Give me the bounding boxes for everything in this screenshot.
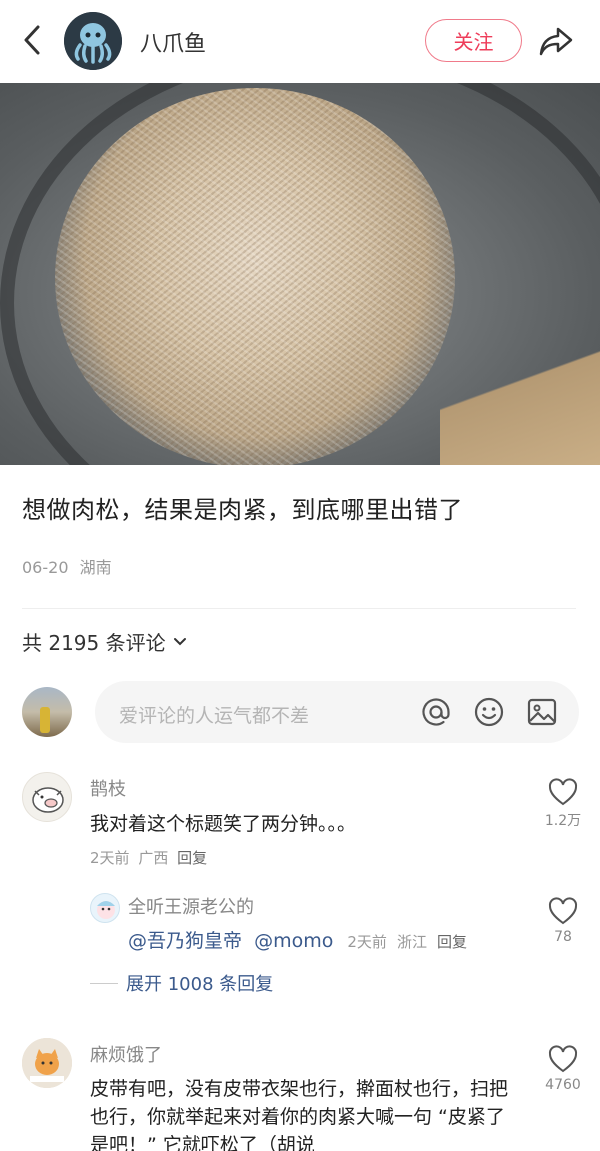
heart-icon	[548, 1045, 578, 1073]
chevron-down-icon	[173, 637, 186, 645]
comment-meta: 2天前 广西 回复	[90, 847, 207, 868]
cartoon-avatar-icon	[97, 901, 115, 919]
emoji-button[interactable]	[472, 695, 506, 729]
post-date: 06-20	[22, 558, 69, 577]
chevron-left-icon	[24, 25, 40, 55]
post-title: 想做肉松，结果是肉紧，到底哪里出错了	[22, 496, 463, 524]
comment-count-label: 共 2195 条评论	[22, 631, 166, 655]
like-count: 1.2万	[544, 813, 582, 829]
reply-like-button[interactable]: 78	[538, 897, 588, 945]
top-bar: 八爪鱼 关注	[0, 0, 600, 82]
cat-photo-icon	[22, 1038, 72, 1088]
comment-username[interactable]: 麻烦饿了	[90, 1041, 162, 1067]
reply-button[interactable]: 回复	[177, 849, 207, 867]
reply-avatar[interactable]	[90, 893, 120, 923]
comment-text[interactable]: 皮带有吧，没有皮带衣架也行，擀面杖也行，扫把也行，你就举起来对着你的肉紧大喊一句…	[90, 1075, 510, 1151]
reply-time: 2天前	[347, 933, 387, 951]
at-mention-button[interactable]	[419, 695, 453, 729]
reply-location: 浙江	[396, 933, 427, 951]
smiley-icon	[474, 697, 504, 727]
at-icon	[422, 698, 450, 726]
heart-icon	[548, 778, 578, 806]
reply-text[interactable]: @吾乃狗皇帝 @momo 2天前 浙江 回复	[128, 927, 518, 956]
post-photo[interactable]	[0, 83, 600, 465]
commenter-avatar[interactable]	[22, 1038, 72, 1088]
post-location: 湖南	[79, 558, 112, 577]
comment-time: 2天前	[90, 849, 130, 867]
mention-link[interactable]: @momo	[254, 930, 333, 952]
comment-count-toggle[interactable]: 共 2195 条评论	[22, 627, 188, 656]
post-meta: 06-20 湖南	[22, 554, 112, 578]
comment-username[interactable]: 鹊枝	[90, 775, 126, 801]
expand-replies[interactable]: 展开 1008 条回复	[90, 970, 273, 996]
octopus-icon	[64, 12, 122, 70]
back-button[interactable]	[16, 22, 48, 58]
meat-floss	[55, 88, 455, 465]
like-count: 4760	[545, 1077, 581, 1093]
image-upload-button[interactable]	[525, 695, 559, 729]
comment-text[interactable]: 我对着这个标题笑了两分钟。。。	[90, 810, 530, 838]
commenter-avatar[interactable]	[22, 772, 72, 822]
author-avatar[interactable]	[64, 12, 122, 70]
cartoon-pig-icon	[32, 787, 64, 813]
reply-username[interactable]: 全听王源老公的	[128, 893, 254, 919]
my-avatar[interactable]	[22, 687, 72, 737]
mention-link[interactable]: @吾乃狗皇帝	[128, 930, 242, 952]
comment-location: 广西	[138, 849, 169, 867]
divider	[22, 608, 576, 609]
follow-button[interactable]: 关注	[425, 19, 522, 62]
like-button[interactable]: 1.2万	[538, 778, 588, 830]
share-icon	[539, 27, 573, 56]
comment-input-placeholder: 爱评论的人运气都不差	[119, 705, 310, 727]
share-button[interactable]	[536, 22, 576, 60]
expand-line	[90, 982, 118, 984]
expand-replies-label: 展开 1008 条回复	[126, 974, 274, 995]
heart-icon	[548, 897, 578, 925]
reply-button[interactable]: 回复	[437, 933, 467, 951]
like-count: 78	[554, 929, 572, 945]
author-name[interactable]: 八爪鱼	[140, 26, 206, 58]
wood-surface	[440, 315, 600, 465]
like-button[interactable]: 4760	[538, 1045, 588, 1093]
comment-input[interactable]: 爱评论的人运气都不差	[95, 681, 579, 743]
image-icon	[527, 698, 557, 726]
